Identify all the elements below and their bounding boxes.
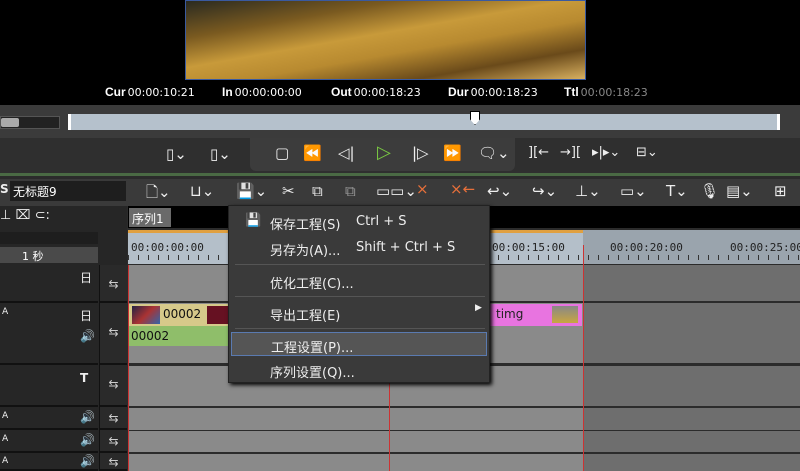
clip-thumbnail bbox=[552, 306, 578, 323]
delete-icon[interactable]: × bbox=[416, 180, 429, 198]
replace-icon[interactable]: ▭▭⌄ bbox=[376, 182, 417, 200]
ruler-label: 00:00:15:00 bbox=[492, 241, 565, 254]
marker-line bbox=[389, 383, 390, 471]
sync-icon[interactable]: ⇆ bbox=[99, 265, 127, 303]
add-cut-icon[interactable]: ⊥⌄ bbox=[575, 182, 601, 200]
next-edit-icon[interactable]: →][ bbox=[560, 145, 581, 160]
playhead-line[interactable] bbox=[583, 245, 584, 471]
clip-label: 00002 bbox=[163, 307, 202, 321]
insert-icon[interactable]: ▸|▸⌄ bbox=[592, 145, 620, 160]
mic-icon[interactable]: 🎙 bbox=[700, 182, 719, 200]
sync-icon[interactable]: ⇆ bbox=[99, 453, 127, 471]
save-icon[interactable]: 💾⌄ bbox=[236, 182, 267, 200]
ttl-timecode: Ttl 00:00:18:23 bbox=[564, 85, 648, 99]
clip-thumbnail bbox=[207, 306, 229, 324]
menu-item-sequence-settings[interactable]: 序列设置(Q)... bbox=[231, 358, 487, 382]
tab-sequence1[interactable]: 序列1 bbox=[129, 208, 171, 227]
cur-timecode: Cur 00:00:10:21 bbox=[105, 85, 195, 99]
track-audio-2[interactable] bbox=[128, 431, 800, 452]
submenu-arrow-icon: ▶ bbox=[475, 303, 482, 313]
cut-icon[interactable]: ✂ bbox=[282, 182, 295, 200]
save-icon: 💾 bbox=[245, 213, 262, 228]
loop-icon[interactable]: 🗨⌄ bbox=[478, 144, 510, 162]
menu-item-save-as[interactable]: 另存为(A)... Shift + Ctrl + S bbox=[231, 236, 487, 260]
preview-frame bbox=[185, 0, 586, 80]
track-height-slider[interactable] bbox=[0, 232, 98, 244]
ruler-label: 00:00:25:00 bbox=[730, 241, 800, 254]
track-header-a3[interactable]: A 🔊 bbox=[0, 453, 98, 471]
track-header-va[interactable]: A 日 🔊 bbox=[0, 303, 98, 365]
step-back-icon[interactable]: ◁| bbox=[338, 144, 355, 162]
rewind-icon[interactable]: ⏪ bbox=[303, 144, 322, 162]
sync-icon[interactable]: ⇆ bbox=[99, 430, 127, 453]
ruler-label: 00:00:00:00 bbox=[131, 241, 204, 254]
project-menu: 💾 保存工程(S) Ctrl + S 另存为(A)... Shift + Ctrl +… bbox=[228, 205, 490, 383]
export-icon[interactable]: ▤⌄ bbox=[726, 182, 753, 200]
ruler-label: 00:00:20:00 bbox=[610, 241, 683, 254]
menu-item-project-settings[interactable]: 工程设置(P)... bbox=[231, 332, 487, 356]
copy-icon[interactable]: ⧉ bbox=[312, 182, 323, 200]
timeline-start-line bbox=[128, 265, 129, 471]
sync-icon[interactable]: ⇆ bbox=[99, 365, 127, 407]
dur-timecode: Dur 00:00:18:23 bbox=[448, 85, 538, 99]
stop-icon[interactable]: ▢ bbox=[275, 144, 289, 162]
in-timecode: In 00:00:00:00 bbox=[222, 85, 302, 99]
out-timecode: Out 00:00:18:23 bbox=[331, 85, 421, 99]
undo-icon[interactable]: ↩⌄ bbox=[487, 182, 512, 200]
new-icon[interactable]: 🗋⌄ bbox=[146, 182, 171, 207]
title-icon[interactable]: T⌄ bbox=[666, 182, 688, 200]
track-header-a1[interactable]: A 🔊 bbox=[0, 407, 98, 430]
sync-icon[interactable]: ⇆ bbox=[99, 303, 127, 365]
position-bar[interactable] bbox=[68, 114, 780, 130]
track-tool-icon[interactable]: ⊥ ⌧ ⊂: bbox=[0, 208, 50, 223]
import-icon[interactable]: ⊔⌄ bbox=[190, 182, 214, 200]
redo-icon[interactable]: ↪⌄ bbox=[532, 182, 557, 200]
menu-separator bbox=[235, 328, 485, 329]
sync-icon[interactable]: ⇆ bbox=[99, 407, 127, 430]
paste-icon[interactable]: ⧉ bbox=[345, 182, 356, 200]
menu-item-export-project[interactable]: 导出工程(E) ▶ bbox=[231, 301, 487, 325]
track-header-v[interactable]: 日 bbox=[0, 265, 98, 303]
step-forward-icon[interactable]: |▷ bbox=[412, 144, 429, 162]
menu-item-optimize-project[interactable]: 优化工程(C)... bbox=[231, 269, 487, 293]
clip-thumbnail bbox=[132, 306, 160, 324]
zoom-slider[interactable] bbox=[0, 116, 60, 129]
overwrite-icon[interactable]: ⊟⌄ bbox=[636, 145, 658, 160]
project-name: 无标题9 bbox=[10, 181, 126, 201]
mark-out-icon[interactable]: ▯⌄ bbox=[210, 145, 231, 163]
ripple-delete-icon[interactable]: ×← bbox=[450, 180, 475, 198]
track-audio-3[interactable] bbox=[128, 454, 800, 471]
transition-icon[interactable]: ▭⌄ bbox=[620, 182, 647, 200]
track-header-a2[interactable]: A 🔊 bbox=[0, 430, 98, 453]
fast-forward-icon[interactable]: ⏩ bbox=[443, 144, 462, 162]
play-icon[interactable]: ▷ bbox=[377, 142, 391, 163]
menu-separator bbox=[235, 296, 485, 297]
clip-label: timg bbox=[496, 307, 524, 321]
layout-icon[interactable]: ⊞ bbox=[774, 182, 787, 200]
timescale-select[interactable]: 1 秒 bbox=[0, 247, 98, 263]
menu-separator bbox=[235, 264, 485, 265]
image-clip[interactable]: timg bbox=[490, 304, 582, 326]
track-audio-1[interactable] bbox=[128, 408, 800, 430]
prev-edit-icon[interactable]: ][← bbox=[528, 145, 549, 160]
logo: S bbox=[0, 182, 9, 196]
mark-in-icon[interactable]: ▯⌄ bbox=[166, 145, 187, 163]
audio-clip[interactable]: 00002 bbox=[129, 326, 229, 346]
menu-item-save-project[interactable]: 💾 保存工程(S) Ctrl + S bbox=[231, 210, 487, 234]
track-header-t[interactable]: T bbox=[0, 365, 98, 407]
